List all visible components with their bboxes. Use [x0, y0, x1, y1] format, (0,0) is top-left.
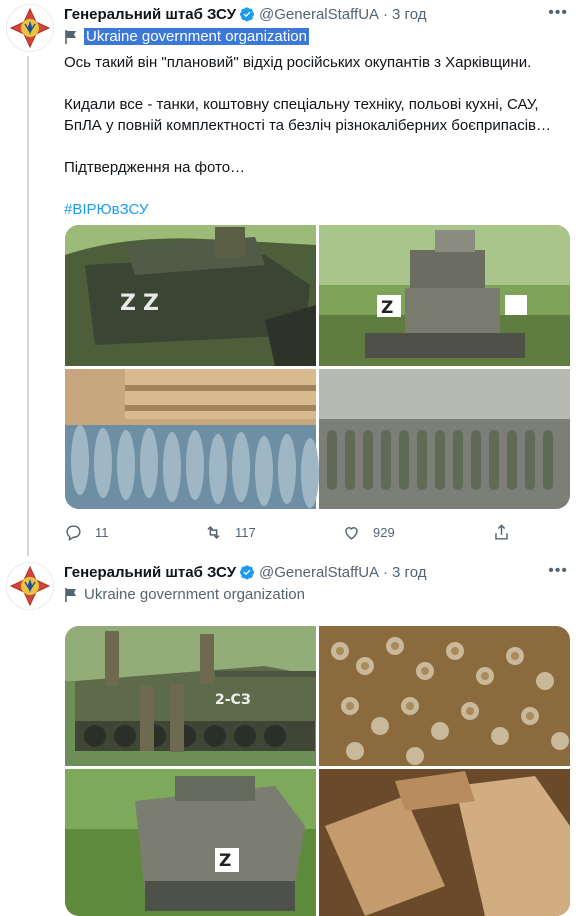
display-name[interactable]: Генеральний штаб ЗСУ: [64, 6, 236, 23]
verified-badge-icon: [240, 7, 255, 22]
photo-grid: 2-СЗ Z: [65, 626, 570, 916]
retweet-button[interactable]: 117: [204, 523, 342, 542]
affiliation-text: Ukraine government organization: [84, 586, 305, 603]
like-count: 929: [373, 524, 395, 540]
spg-marking: 2-СЗ: [215, 692, 251, 708]
affiliation-text: Ukraine government organization: [84, 28, 309, 45]
photo-tank[interactable]: Z Z: [65, 225, 316, 366]
avatar-emblem: [7, 563, 53, 609]
vehicle-marking: Z: [219, 851, 231, 871]
vehicle-marking: Z: [381, 298, 393, 318]
retweet-icon: [207, 525, 220, 539]
tweet-header: Генеральний штаб ЗСУ @GeneralStaffUA · 3…: [64, 4, 426, 24]
government-flag-icon: [65, 29, 76, 44]
tweet-text-line: Підтвердження на фото…: [64, 159, 246, 176]
separator: ·: [383, 563, 389, 581]
tweet-text-line: Ось такий він "плановий" відхід російськ…: [64, 54, 532, 71]
separator: ·: [383, 5, 389, 23]
photo-aa-vehicle[interactable]: Z: [319, 225, 570, 366]
tweet-text-line: БпЛА у повній комплектності та безліч рі…: [64, 117, 552, 134]
government-flag-icon: [65, 587, 76, 602]
affiliation-label: Ukraine government organization: [64, 28, 309, 45]
timestamp[interactable]: 3 год: [392, 564, 426, 581]
like-button[interactable]: 929: [342, 523, 492, 542]
verified-badge-icon: [240, 565, 255, 580]
affiliation-label: Ukraine government organization: [64, 586, 305, 603]
more-icon[interactable]: •••: [548, 4, 568, 22]
avatar[interactable]: [6, 4, 54, 52]
thread-line: [27, 56, 29, 556]
reply-count: 11: [95, 524, 109, 540]
reply-button[interactable]: 11: [64, 523, 204, 542]
handle[interactable]: @GeneralStaffUA: [259, 6, 379, 23]
photo-boxes[interactable]: [319, 769, 570, 916]
timestamp[interactable]: 3 год: [392, 6, 426, 23]
tweet-header: Генеральний штаб ЗСУ @GeneralStaffUA · 3…: [64, 562, 426, 582]
more-icon[interactable]: •••: [548, 562, 568, 580]
photo-aa-forest[interactable]: Z: [65, 769, 316, 916]
photo-shell-pile[interactable]: [319, 626, 570, 766]
hashtag-link[interactable]: #ВІРЮвЗСУ: [64, 199, 574, 220]
photo-ammunition[interactable]: [65, 369, 319, 509]
tweet-actions: 11 117 929: [64, 520, 524, 544]
tweet-1[interactable]: Генеральний штаб ЗСУ @GeneralStaffUA · 3…: [0, 0, 582, 556]
tank-marking: Z: [120, 291, 136, 316]
retweet-count: 117: [235, 524, 256, 540]
share-icon: [495, 523, 508, 540]
like-icon: [345, 526, 358, 540]
photo-spg-soldiers[interactable]: 2-СЗ: [65, 626, 316, 766]
tank-marking: Z: [143, 291, 159, 316]
avatar-emblem: [7, 5, 53, 51]
share-button[interactable]: [492, 523, 523, 542]
display-name[interactable]: Генеральний штаб ЗСУ: [64, 564, 236, 581]
reply-icon: [66, 524, 81, 541]
tweet-2[interactable]: Генеральний штаб ЗСУ @GeneralStaffUA · 3…: [0, 558, 582, 916]
photo-grid: Z Z Z: [65, 225, 570, 509]
avatar[interactable]: [6, 562, 54, 610]
tweet-text: Ось такий він "плановий" відхід російськ…: [64, 52, 574, 220]
photo-shells[interactable]: [319, 369, 570, 509]
handle[interactable]: @GeneralStaffUA: [259, 564, 379, 581]
tweet-text-line: Кидали все - танки, коштовну спеціальну …: [64, 96, 539, 113]
